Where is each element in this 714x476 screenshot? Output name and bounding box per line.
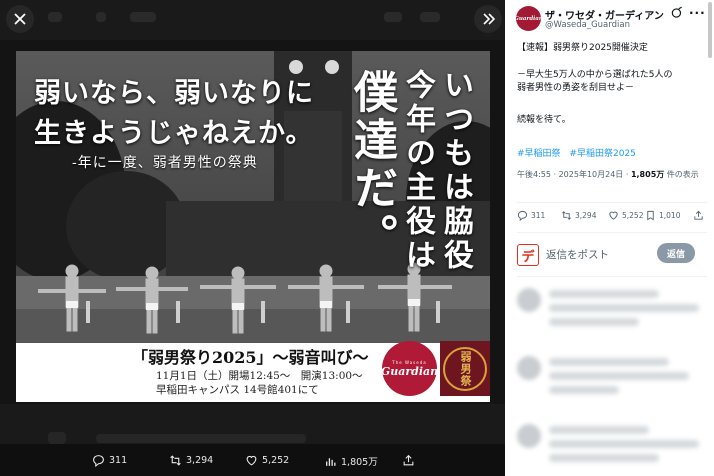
reply-action[interactable]: 311 [92,454,127,467]
repost-action[interactable]: 3,294 [169,454,213,467]
blurred-text [549,358,669,366]
share-action[interactable] [402,454,415,467]
hashtag-link[interactable]: #早稲田祭 [517,149,561,159]
reply-icon [93,455,104,467]
views-count: 1,805万 [341,457,378,468]
view-label: 件の表示 [664,170,699,179]
repost-icon [562,211,571,220]
post-image[interactable]: 弱いなら、弱いなりに 生きようじゃねえか。 -年に一度、弱者男性の祭典 いつもは… [16,51,490,402]
blurred-text [549,454,659,462]
like-count: 5,252 [262,455,290,466]
bookmark-stat[interactable]: 1,010 [645,210,680,221]
event-title: 「弱男祭り2025」～弱音叫び～ [132,348,369,367]
bar-chart-icon [326,457,336,466]
repost-icon [170,455,181,466]
blurred-element [96,12,106,22]
blurred-background-header [0,0,505,40]
post-timestamp[interactable]: 午後4:55 · 2025年10月24日 · [517,170,631,179]
blurred-element [130,12,156,22]
event-venue: 早稲田キャンパス 14号館401にて [156,384,319,396]
post-detail-panel: Guardian ザ・ワセダ・ガーディアン @Waseda_Guardian ·… [505,0,714,476]
post-meta: 午後4:55 · 2025年10月24日 · 1,805万 件の表示 [517,168,707,181]
views-action[interactable]: 1,805万 [324,454,378,468]
media-action-bar: 311 3,294 5,252 1,805万 [0,444,505,476]
blurred-text [549,426,649,434]
reply-icon [517,210,528,221]
current-user-avatar[interactable]: デ [517,244,539,266]
reply-count: 311 [109,455,128,466]
blurred-element [96,434,306,443]
media-viewer: 弱いなら、弱いなりに 生きようじゃねえか。 -年に一度、弱者男性の祭典 いつもは… [0,0,505,476]
hashtag-link[interactable]: #早稲田祭2025 [569,149,635,159]
poster-vertical-1: いつもは脇役 [438,69,473,273]
post-text-line: 続報を待て。 [517,115,571,125]
expand-panel-button[interactable] [474,5,502,33]
guardian-logo: The Waseda Guardian [381,341,438,396]
account-handle[interactable]: @Waseda_Guardian [545,20,630,30]
view-count: 1,805万 [630,170,665,179]
poster-vertical-3: 僕達だ。 [346,69,397,261]
repost-stat[interactable]: 3,294 [561,210,596,221]
like-action[interactable]: 5,252 [245,454,289,467]
heart-icon [609,211,618,220]
hashtags: #早稲田祭 #早稲田祭2025 [517,146,642,159]
blurred-element [48,432,66,444]
close-button[interactable] [6,5,34,33]
divider [517,276,707,277]
blurred-element [48,12,62,22]
share-stat[interactable] [693,210,704,221]
blurred-avatar [517,424,541,448]
divider [517,202,707,203]
divider [517,232,707,233]
share-icon [694,210,703,220]
blurred-avatar [517,356,541,380]
blurred-text [549,318,639,326]
post-text-line: －早大生5万人の中から選ばれた5人の [517,70,673,80]
poster-footer: 「弱男祭り2025」～弱音叫び～ 11月1日（土）開場12:45～ 開演13:0… [16,341,490,402]
close-icon [14,13,26,25]
blurred-background-reply [0,404,505,444]
poster-subline: -年に一度、弱者男性の祭典 [72,155,258,171]
reply-button[interactable]: 返信 [657,243,695,263]
heart-icon [246,455,257,466]
poster-headline: 弱いなら、弱いなりに 生きようじゃねえか。 [34,78,314,149]
blurred-text [549,290,659,298]
reply-stat[interactable]: 311 [517,210,545,221]
poster-vertical-2: 今年の主役は [400,69,435,273]
share-icon [403,454,414,466]
post-text-line: 弱者男性の勇姿を刮目せよ－ [517,83,635,93]
double-chevron-right-icon [482,13,495,25]
more-options-icon[interactable]: ··· [689,6,706,20]
blurred-avatar [517,288,541,312]
blurred-element [420,12,440,22]
festival-seal-logo: 弱男祭 [440,341,490,396]
like-stat[interactable]: 5,252 [608,210,643,221]
post-text-line: 【速報】弱男祭り2025開催決定 [517,43,648,53]
blurred-element [384,12,402,22]
bookmark-icon [647,210,654,221]
event-datetime: 11月1日（土）開場12:45～ 開演13:00～ [156,370,363,382]
engagement-bar: 311 3,294 5,252 1,010 [517,210,709,226]
blurred-text [549,372,689,380]
blurred-text [549,386,619,394]
repost-count: 3,294 [186,455,214,466]
blurred-text [549,304,699,312]
blurred-text [549,440,699,448]
grok-icon[interactable] [670,6,684,20]
account-avatar[interactable]: Guardian [514,6,543,31]
reply-input[interactable]: 返信をポスト [546,247,609,262]
